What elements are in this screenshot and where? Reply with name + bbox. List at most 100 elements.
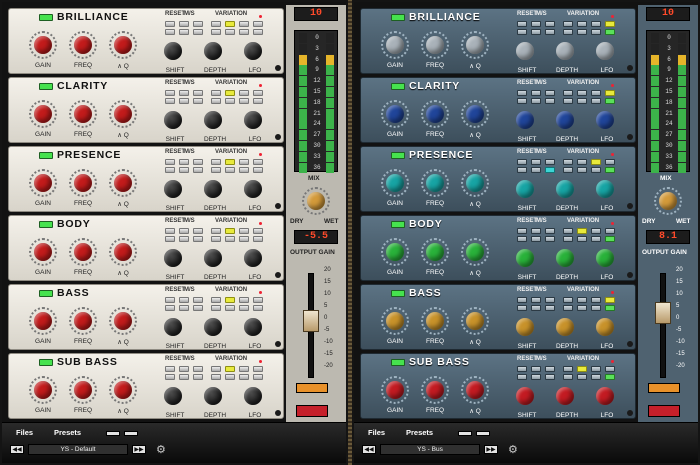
variation-button[interactable]	[211, 29, 221, 35]
variation-button[interactable]	[225, 305, 235, 311]
variation-button[interactable]	[577, 228, 587, 234]
reset-button[interactable]	[179, 228, 189, 234]
reset-button[interactable]	[165, 297, 175, 303]
shift-knob[interactable]	[513, 246, 541, 274]
reset-button[interactable]	[179, 366, 189, 372]
band-gain-knob[interactable]	[381, 307, 409, 335]
reset-button[interactable]	[165, 228, 175, 234]
reset-button[interactable]	[517, 98, 527, 104]
preset-copy-button[interactable]	[476, 431, 490, 436]
reset-button[interactable]	[517, 374, 527, 380]
preset-next-button[interactable]: ▶▶	[484, 445, 498, 454]
shift-knob[interactable]	[513, 315, 541, 343]
variation-button[interactable]	[225, 366, 235, 372]
ms-button[interactable]	[545, 98, 555, 104]
variation-button[interactable]	[239, 297, 249, 303]
ms-button[interactable]	[193, 98, 203, 104]
variation-button[interactable]	[253, 21, 263, 27]
variation-button[interactable]	[253, 98, 263, 104]
variation-button[interactable]	[239, 21, 249, 27]
band-freq-knob[interactable]	[69, 307, 97, 335]
variation-button[interactable]	[239, 159, 249, 165]
variation-button[interactable]	[211, 21, 221, 27]
variation-button[interactable]	[577, 98, 587, 104]
variation-button[interactable]	[591, 297, 601, 303]
variation-button[interactable]	[253, 228, 263, 234]
shift-knob[interactable]	[513, 384, 541, 412]
variation-button[interactable]	[563, 236, 573, 242]
variation-button[interactable]	[563, 167, 573, 173]
variation-button[interactable]	[605, 305, 615, 311]
variation-button[interactable]	[591, 228, 601, 234]
reset-button[interactable]	[179, 21, 189, 27]
preset-prev-button[interactable]: ◀◀	[10, 445, 24, 454]
variation-button[interactable]	[577, 29, 587, 35]
ms-button[interactable]	[545, 305, 555, 311]
variation-button[interactable]	[253, 90, 263, 96]
reset-button[interactable]	[531, 297, 541, 303]
lfo-knob[interactable]	[241, 39, 269, 67]
variation-button[interactable]	[605, 159, 615, 165]
band-freq-knob[interactable]	[69, 31, 97, 59]
variation-button[interactable]	[605, 366, 615, 372]
preset-copy-button[interactable]	[124, 431, 138, 436]
variation-button[interactable]	[225, 228, 235, 234]
reset-button[interactable]	[531, 366, 541, 372]
band-freq-knob[interactable]	[69, 100, 97, 128]
variation-button[interactable]	[605, 21, 615, 27]
reset-button[interactable]	[531, 167, 541, 173]
reset-button[interactable]	[531, 29, 541, 35]
threshold-scale[interactable]: 0 3 6 9 12 15 18 21 24 27 30 33 36	[646, 30, 690, 173]
band-freq-knob[interactable]	[421, 100, 449, 128]
variation-button[interactable]	[211, 159, 221, 165]
reset-button[interactable]	[531, 90, 541, 96]
variation-button[interactable]	[563, 374, 573, 380]
reset-button[interactable]	[165, 167, 175, 173]
lfo-knob[interactable]	[241, 315, 269, 343]
variation-button[interactable]	[239, 29, 249, 35]
depth-knob[interactable]	[553, 384, 581, 412]
variation-button[interactable]	[225, 29, 235, 35]
reset-button[interactable]	[179, 297, 189, 303]
band-gain-knob[interactable]	[29, 307, 57, 335]
ms-button[interactable]	[193, 236, 203, 242]
band-freq-knob[interactable]	[421, 238, 449, 266]
variation-button[interactable]	[253, 159, 263, 165]
band-freq-knob[interactable]	[421, 307, 449, 335]
preset-name-display[interactable]: YS - Bus	[380, 444, 480, 455]
depth-knob[interactable]	[553, 108, 581, 136]
preset-prev-button[interactable]: ◀◀	[362, 445, 376, 454]
variation-button[interactable]	[211, 228, 221, 234]
band-q-knob[interactable]	[109, 31, 137, 59]
depth-knob[interactable]	[553, 177, 581, 205]
shift-knob[interactable]	[513, 108, 541, 136]
reset-button[interactable]	[531, 236, 541, 242]
reset-button[interactable]	[531, 305, 541, 311]
bypass-button[interactable]	[296, 383, 328, 393]
ms-button[interactable]	[193, 305, 203, 311]
reset-button[interactable]	[179, 159, 189, 165]
reset-button[interactable]	[517, 236, 527, 242]
variation-button[interactable]	[605, 236, 615, 242]
lfo-knob[interactable]	[241, 246, 269, 274]
band-gain-knob[interactable]	[381, 31, 409, 59]
ms-button[interactable]	[545, 374, 555, 380]
shift-knob[interactable]	[161, 246, 189, 274]
variation-button[interactable]	[563, 305, 573, 311]
reset-button[interactable]	[517, 366, 527, 372]
bypass-button[interactable]	[648, 383, 680, 393]
variation-button[interactable]	[563, 159, 573, 165]
variation-button[interactable]	[591, 29, 601, 35]
mix-knob[interactable]	[654, 187, 682, 215]
depth-knob[interactable]	[201, 246, 229, 274]
variation-button[interactable]	[225, 21, 235, 27]
threshold-scale[interactable]: 0 3 6 9 12 15 18 21 24 27 30 33 36	[294, 30, 338, 173]
ms-button[interactable]	[193, 374, 203, 380]
preset-ab-button[interactable]	[458, 431, 472, 436]
shift-knob[interactable]	[161, 39, 189, 67]
ms-button[interactable]	[545, 21, 555, 27]
band-enable-led[interactable]	[391, 290, 405, 297]
band-enable-led[interactable]	[391, 152, 405, 159]
reset-button[interactable]	[165, 90, 175, 96]
ms-button[interactable]	[193, 90, 203, 96]
